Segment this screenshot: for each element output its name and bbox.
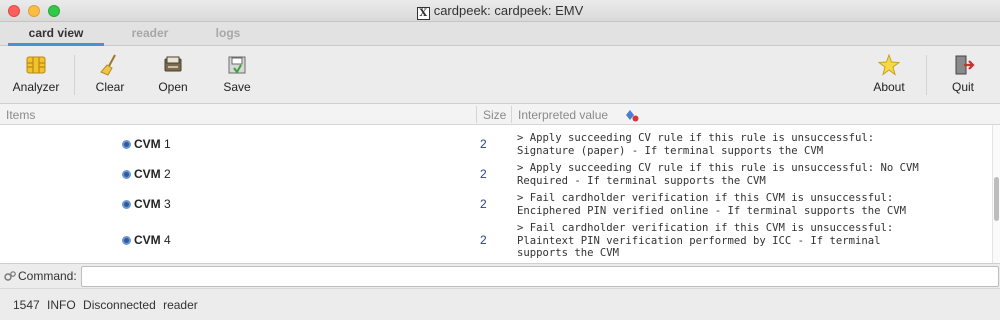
interpreted-value: > Apply succeeding CV rule if this rule … [517, 132, 875, 157]
toolbar: Analyzer Clear Open Save About Quit [0, 47, 1000, 104]
command-bar: Command: [0, 263, 1000, 288]
item-size: 2 [480, 137, 487, 151]
item-name: CVM [134, 233, 161, 247]
column-header-size[interactable]: Size [483, 108, 506, 122]
clear-button[interactable]: Clear [88, 53, 132, 101]
window-title: cardpeek: cardpeek: EMV [433, 3, 584, 18]
toolbar-separator [926, 55, 927, 95]
broom-icon [100, 54, 116, 76]
scrollbar-thumb[interactable] [994, 177, 999, 221]
command-label-wrap: Command: [4, 269, 77, 283]
column-header-items[interactable]: Items [6, 108, 35, 122]
table-row[interactable]: CVM 3 2 > Fail cardholder verification i… [0, 192, 992, 218]
analyzer-button[interactable]: Analyzer [8, 53, 64, 101]
tab-logs[interactable]: logs [192, 22, 264, 46]
about-button[interactable]: About [866, 53, 912, 101]
item-index: 3 [164, 197, 171, 211]
item-index: 2 [164, 167, 171, 181]
command-label: Command: [18, 269, 77, 283]
tree-item: CVM 2 [122, 167, 171, 181]
column-options-icon[interactable] [624, 107, 640, 123]
interpreted-value: > Apply succeeding CV rule if this rule … [517, 162, 919, 187]
analyzer-label: Analyzer [12, 80, 60, 94]
tree-node-icon [122, 200, 131, 209]
table-row[interactable]: CVM 1 2 > Apply succeeding CV rule if th… [0, 132, 992, 158]
item-name: CVM [134, 197, 161, 211]
about-label: About [873, 80, 905, 94]
interpreted-value: > Fail cardholder verification if this C… [517, 222, 894, 259]
tab-card-view[interactable]: card view [8, 22, 104, 46]
save-icon [228, 56, 246, 74]
tree-item: CVM 4 [122, 233, 171, 247]
tree-item: CVM 3 [122, 197, 171, 211]
tree-node-icon [122, 236, 131, 245]
column-divider [476, 106, 477, 123]
window-title-wrap: Xcardpeek: cardpeek: EMV [0, 3, 1000, 20]
tree-item: CVM 1 [122, 137, 171, 151]
status-message: 1547 INFO Disconnected reader [13, 298, 198, 312]
item-index: 4 [164, 233, 171, 247]
quit-button[interactable]: Quit [940, 53, 986, 101]
star-icon [877, 53, 901, 76]
title-bar: Xcardpeek: cardpeek: EMV [0, 0, 1000, 22]
column-divider [511, 106, 512, 123]
items-tree[interactable]: CVM 1 2 > Apply succeeding CV rule if th… [0, 125, 992, 263]
tab-bar: card view reader logs [0, 22, 1000, 46]
save-label: Save [223, 80, 251, 94]
toolbar-separator [74, 55, 75, 95]
table-row[interactable]: CVM 4 2 > Fail cardholder verification i… [0, 222, 992, 260]
x11-icon: X [416, 7, 430, 20]
interpreted-value: > Fail cardholder verification if this C… [517, 192, 907, 217]
table-header: Items Size Interpreted value [0, 104, 1000, 125]
tree-node-icon [122, 170, 131, 179]
clear-label: Clear [95, 80, 125, 94]
item-index: 1 [164, 137, 171, 151]
exit-door-icon [955, 55, 975, 75]
tree-node-icon [122, 140, 131, 149]
chip-icon [26, 56, 46, 74]
card-reader-icon [164, 56, 182, 72]
open-label: Open [158, 80, 188, 94]
table-row[interactable]: CVM 2 2 > Apply succeeding CV rule if th… [0, 162, 992, 188]
item-size: 2 [480, 233, 487, 247]
status-bar: 1547 INFO Disconnected reader [0, 288, 1000, 320]
tab-reader[interactable]: reader [112, 22, 188, 46]
item-name: CVM [134, 167, 161, 181]
column-header-interpreted-value[interactable]: Interpreted value [518, 108, 608, 122]
gears-icon [4, 271, 16, 281]
vertical-scrollbar[interactable] [992, 125, 1000, 263]
quit-label: Quit [951, 80, 974, 94]
item-size: 2 [480, 197, 487, 211]
save-button[interactable]: Save [214, 53, 260, 101]
open-button[interactable]: Open [150, 53, 196, 101]
item-size: 2 [480, 167, 487, 181]
item-name: CVM [134, 137, 161, 151]
command-input[interactable] [81, 266, 999, 287]
